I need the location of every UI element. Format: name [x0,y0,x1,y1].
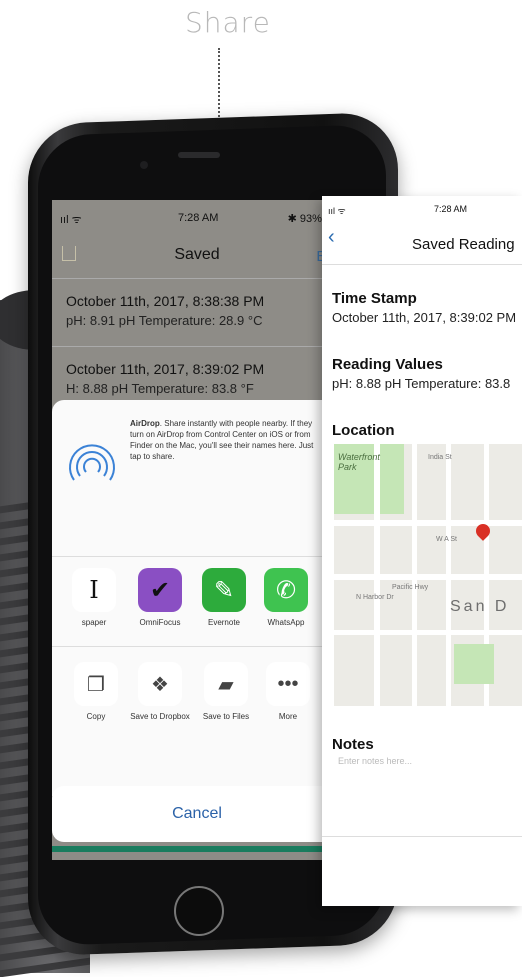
map-road [412,444,417,706]
notes-input[interactable]: Enter notes here... [338,756,412,766]
list-item[interactable]: October 11th, 2017, 8:38:38 PM pH: 8.91 … [52,278,342,347]
park-label: Waterfront Park [338,452,380,472]
airdrop-title: AirDrop [130,419,160,428]
action-label: Save to Dropbox [130,712,190,721]
map-road [334,520,522,526]
share-sheet: AirDrop. Share instantly with people nea… [52,400,342,796]
location-heading: Location [332,422,395,439]
share-app-omnifocus[interactable]: ✔ OmniFocus [132,568,188,627]
reading-timestamp: October 11th, 2017, 8:39:02 PM [66,361,265,377]
back-chevron-icon[interactable]: ‹ [328,226,335,249]
divider [52,646,342,647]
city-label: San D [450,598,510,615]
phone-camera [140,161,148,169]
omnifocus-icon: ✔ [138,568,182,612]
reading-values: H: 8.88 pH Temperature: 83.8 °F [66,381,254,396]
share-app-label: OmniFocus [139,618,181,627]
phone-screen: ııl ᯤ 7:28 AM ✱ 93% ▬ Saved Edi October … [52,200,342,860]
airdrop-icon[interactable] [62,432,122,492]
saved-reading-screen: ııl ᯤ 7:28 AM ‹ Saved Reading Time Stamp… [322,196,522,906]
location-map[interactable]: Waterfront Park India St N Harbor Dr Pac… [334,444,522,706]
action-label: More [278,712,298,721]
dropbox-icon: ❖ [138,662,182,706]
street-label: Pacific Hwy [392,584,429,591]
values-value: pH: 8.88 pH Temperature: 83.8 [332,376,511,391]
cancel-button[interactable]: Cancel [52,786,342,842]
evernote-icon: ✎ [202,568,246,612]
map-road [334,630,522,635]
divider [322,264,522,265]
timestamp-heading: Time Stamp [332,290,417,307]
phone-speaker [178,152,220,158]
timestamp-value: October 11th, 2017, 8:39:02 PM [332,310,517,325]
signal-icon: ııl ᯤ [328,206,346,216]
share-app-newspaper[interactable]: I spaper [66,568,122,627]
bottom-strip [52,846,342,852]
folder-icon: ▰ [204,662,248,706]
status-time: 7:28 AM [178,212,219,224]
street-label: N Harbor Dr [356,594,394,601]
action-save-to-dropbox[interactable]: ❖ Save to Dropbox [130,662,190,721]
street-label: India St [428,454,452,461]
share-callout-label: Share [185,6,271,39]
divider [322,836,522,837]
page-title: Saved Reading [412,236,515,253]
copy-icon: ❐ [74,662,118,706]
action-label: Save to Files [202,712,250,721]
signal-icon: ııl ᯤ [60,214,82,226]
nav-title: Saved [174,246,220,263]
action-save-to-files[interactable]: ▰ Save to Files [196,662,256,721]
device-ridge [0,957,90,977]
reading-values: pH: 8.91 pH Temperature: 28.9 °C [66,313,263,328]
home-button[interactable] [174,886,224,936]
status-bar: ııl ᯤ 7:28 AM [322,196,522,216]
newspaper-icon: I [72,568,116,612]
share-app-evernote[interactable]: ✎ Evernote [196,568,252,627]
reading-timestamp: October 11th, 2017, 8:38:38 PM [66,293,265,309]
street-label: W A St [436,536,458,543]
airdrop-description: AirDrop. Share instantly with people nea… [130,418,320,462]
action-label: Copy [86,712,106,721]
divider [52,556,342,557]
map-road [446,444,451,706]
share-app-label: Evernote [207,618,241,627]
map-park [454,644,494,684]
share-app-label: spaper [81,618,107,627]
status-bar: ııl ᯤ 7:28 AM ✱ 93% ▬ [52,200,342,226]
action-copy[interactable]: ❐ Copy [66,662,126,721]
map-road [374,444,380,706]
share-app-whatsapp[interactable]: ✆ WhatsApp [258,568,314,627]
map-road [334,574,522,580]
values-heading: Reading Values [332,356,443,373]
more-icon: ••• [266,662,310,706]
action-more[interactable]: ••• More [258,662,318,721]
status-time: 7:28 AM [434,204,468,214]
whatsapp-icon: ✆ [264,568,308,612]
nav-bar: Saved Edi [52,236,342,270]
notes-heading: Notes [332,736,374,753]
share-app-label: WhatsApp [267,618,305,627]
